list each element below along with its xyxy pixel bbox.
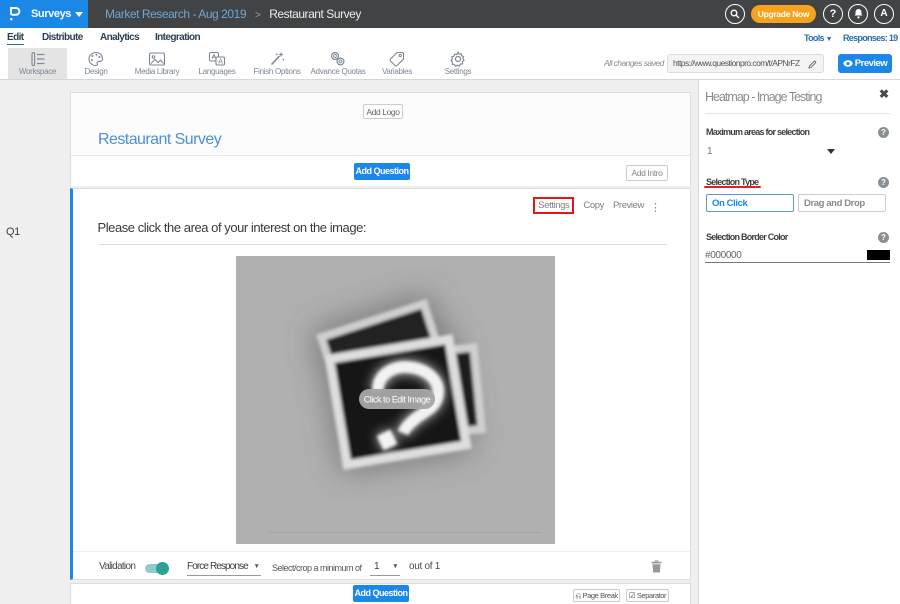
svg-text:Click to Edit Image: Click to Edit Image xyxy=(364,395,431,405)
svg-text:A: A xyxy=(218,59,223,66)
